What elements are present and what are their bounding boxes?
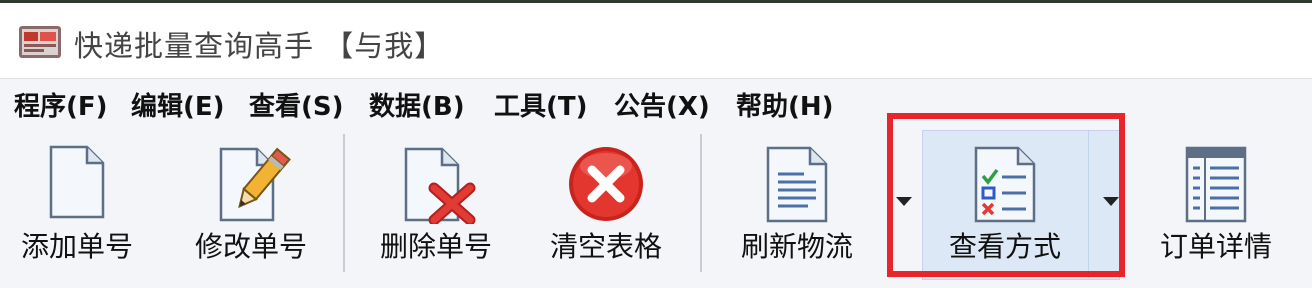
toolbar-separator — [700, 134, 702, 272]
view-mode-split-divider — [1088, 130, 1089, 278]
refresh-logistics-button[interactable]: 刷新物流 — [722, 122, 872, 288]
toolbar-separator — [343, 134, 345, 272]
toolbar: 添加单号 修改单号 删除单号 清空表格 刷新物流 查看方式 订单详情 — [0, 113, 1312, 288]
menu-data[interactable]: 数据(B) — [369, 86, 465, 123]
chevron-down-icon[interactable] — [896, 197, 912, 206]
checklist-document-icon — [974, 146, 1036, 223]
view-mode-label: 查看方式 — [948, 230, 1061, 263]
app-logo-icon — [19, 26, 61, 58]
view-mode-button[interactable]: 查看方式 — [922, 122, 1088, 288]
menu-edit[interactable]: 编辑(E) — [131, 86, 225, 123]
order-details-label: 订单详情 — [1159, 230, 1272, 263]
delete-order-button[interactable]: 删除单号 — [366, 122, 506, 288]
menu-tools[interactable]: 工具(T) — [494, 86, 588, 123]
pencil-document-icon — [219, 147, 291, 222]
menu-notice[interactable]: 公告(X) — [614, 86, 710, 123]
edit-order-label: 修改单号 — [194, 230, 307, 263]
menu-program[interactable]: 程序(F) — [14, 86, 108, 123]
clear-table-button[interactable]: 清空表格 — [536, 122, 676, 288]
add-order-button[interactable]: 添加单号 — [8, 122, 146, 288]
red-x-circle-icon — [569, 147, 643, 221]
order-details-button[interactable]: 订单详情 — [1146, 122, 1286, 288]
view-mode-dropdown-chevron-down-icon[interactable] — [1103, 197, 1119, 206]
detail-sheet-icon — [1185, 146, 1247, 223]
text-document-icon — [766, 146, 828, 223]
menu-bar: 程序(F) 编辑(E) 查看(S) 数据(B) 工具(T) 公告(X) 帮助(H… — [0, 80, 1312, 124]
add-order-label: 添加单号 — [20, 230, 133, 263]
clear-table-label: 清空表格 — [549, 230, 662, 263]
refresh-logistics-label: 刷新物流 — [740, 230, 853, 263]
title-bar[interactable]: 快递批量查询高手 【与我】 — [0, 3, 1312, 79]
edit-order-button[interactable]: 修改单号 — [182, 122, 320, 288]
blank-document-icon — [49, 145, 105, 219]
menu-view[interactable]: 查看(S) — [249, 86, 344, 123]
window-title: 快递批量查询高手 【与我】 — [74, 29, 445, 63]
delete-order-label: 删除单号 — [379, 230, 492, 263]
menu-help[interactable]: 帮助(H) — [736, 86, 834, 123]
document-x-icon — [404, 147, 476, 224]
